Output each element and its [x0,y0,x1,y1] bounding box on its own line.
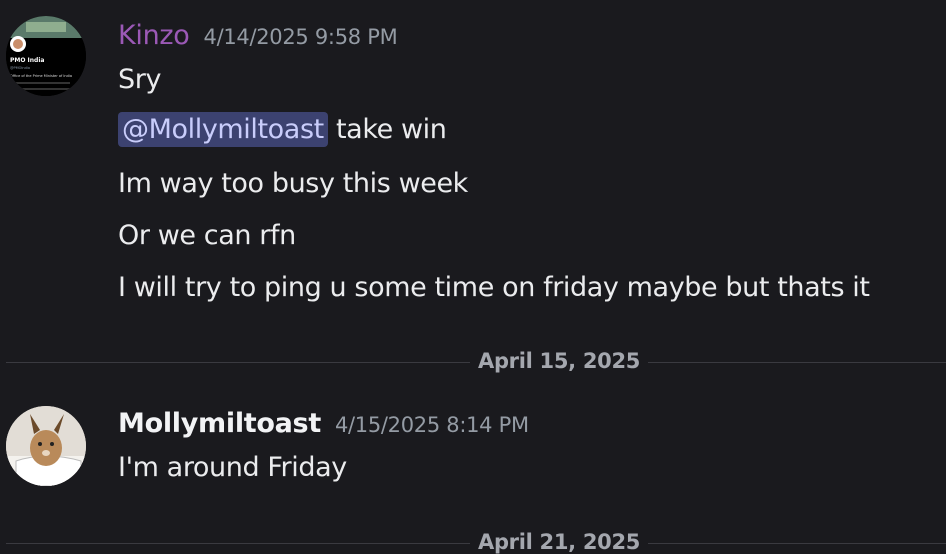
avatar-handle: @PMOIndia [10,66,30,70]
timestamp: 4/14/2025 9:58 PM [203,25,398,49]
message-line: Sry [118,64,162,95]
message-text: take win [336,114,447,145]
user-mention[interactable]: @Mollymiltoast [118,112,328,147]
avatar-bio: Office of the Prime Minister of India [10,74,72,78]
message-line: I will try to ping u some time on friday… [118,272,870,303]
date-divider-label: April 21, 2025 [470,530,649,554]
author-name[interactable]: Kinzo [118,20,190,51]
message-line: Im way too busy this week [118,168,468,199]
avatar[interactable] [6,406,86,486]
message-line: Or we can rfn [118,220,296,251]
avatar-image: PMO India @PMOIndia Office of the Prime … [6,16,86,96]
message-line: @Mollymiltoast take win [118,112,447,147]
timestamp: 4/15/2025 8:14 PM [334,413,529,437]
message-header: Kinzo 4/14/2025 9:58 PM [118,20,398,51]
avatar[interactable]: PMO India @PMOIndia Office of the Prime … [6,16,86,96]
message-line: I'm around Friday [118,452,347,483]
avatar-name: PMO India [10,57,44,64]
message-header: Mollymiltoast 4/15/2025 8:14 PM [118,408,529,439]
caracal-avatar-icon [6,406,86,486]
author-name[interactable]: Mollymiltoast [118,408,321,439]
date-divider-label: April 15, 2025 [470,349,649,373]
